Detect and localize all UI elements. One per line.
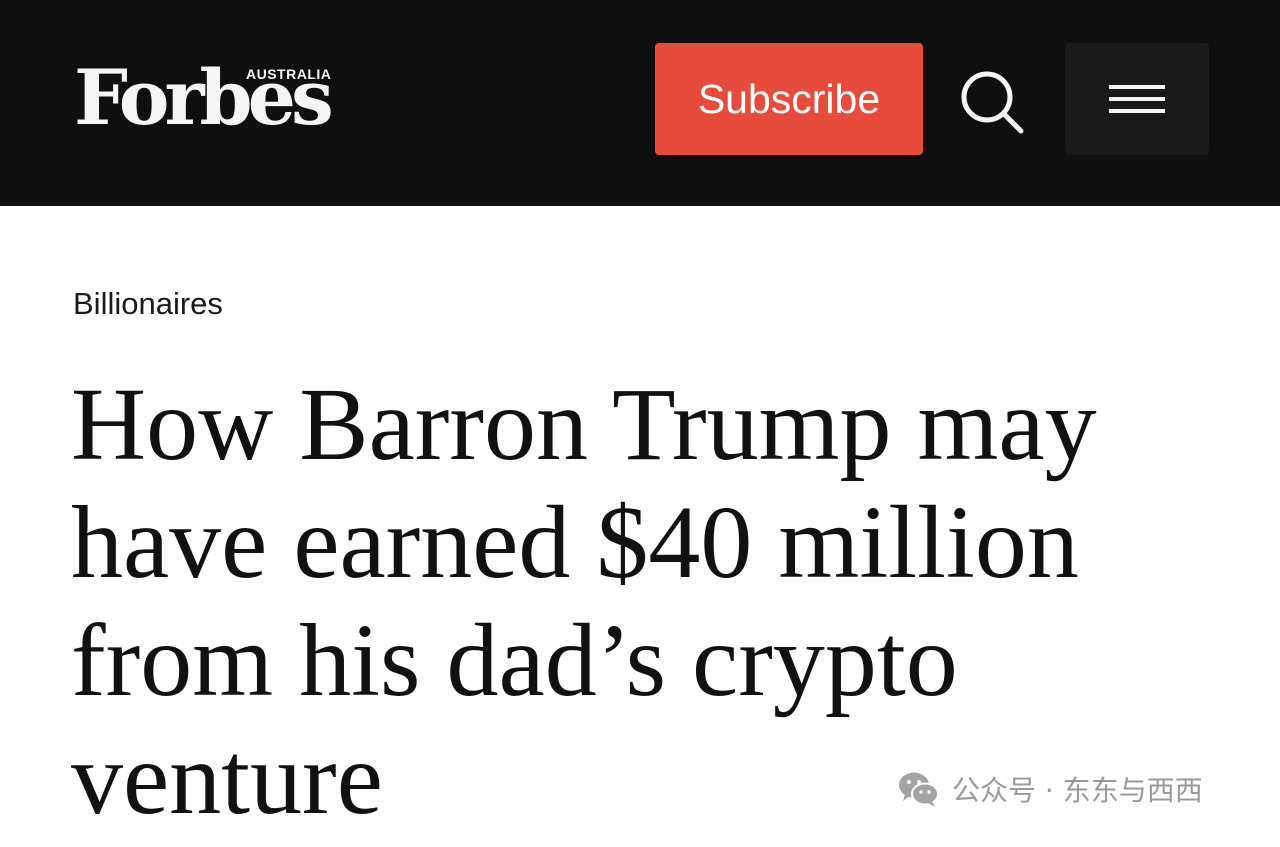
watermark-text: 公众号 · 东东与西西 — [952, 774, 1203, 807]
page: Forbes AUSTRALIA Subscribe Billionaires … — [0, 0, 1280, 847]
forbes-australia-logo[interactable]: Forbes AUSTRALIA — [74, 56, 354, 140]
wechat-icon — [899, 772, 939, 807]
category-link[interactable]: Billionaires — [73, 284, 223, 324]
menu-button[interactable] — [1065, 43, 1209, 155]
logo-edition: AUSTRALIA — [246, 66, 332, 82]
search-button[interactable] — [950, 60, 1030, 140]
site-header: Forbes AUSTRALIA Subscribe — [0, 0, 1280, 206]
hamburger-menu-icon — [1109, 85, 1165, 113]
search-icon — [961, 71, 1024, 134]
subscribe-button[interactable]: Subscribe — [655, 43, 923, 155]
watermark: 公众号 · 东东与西西 — [896, 766, 1203, 812]
